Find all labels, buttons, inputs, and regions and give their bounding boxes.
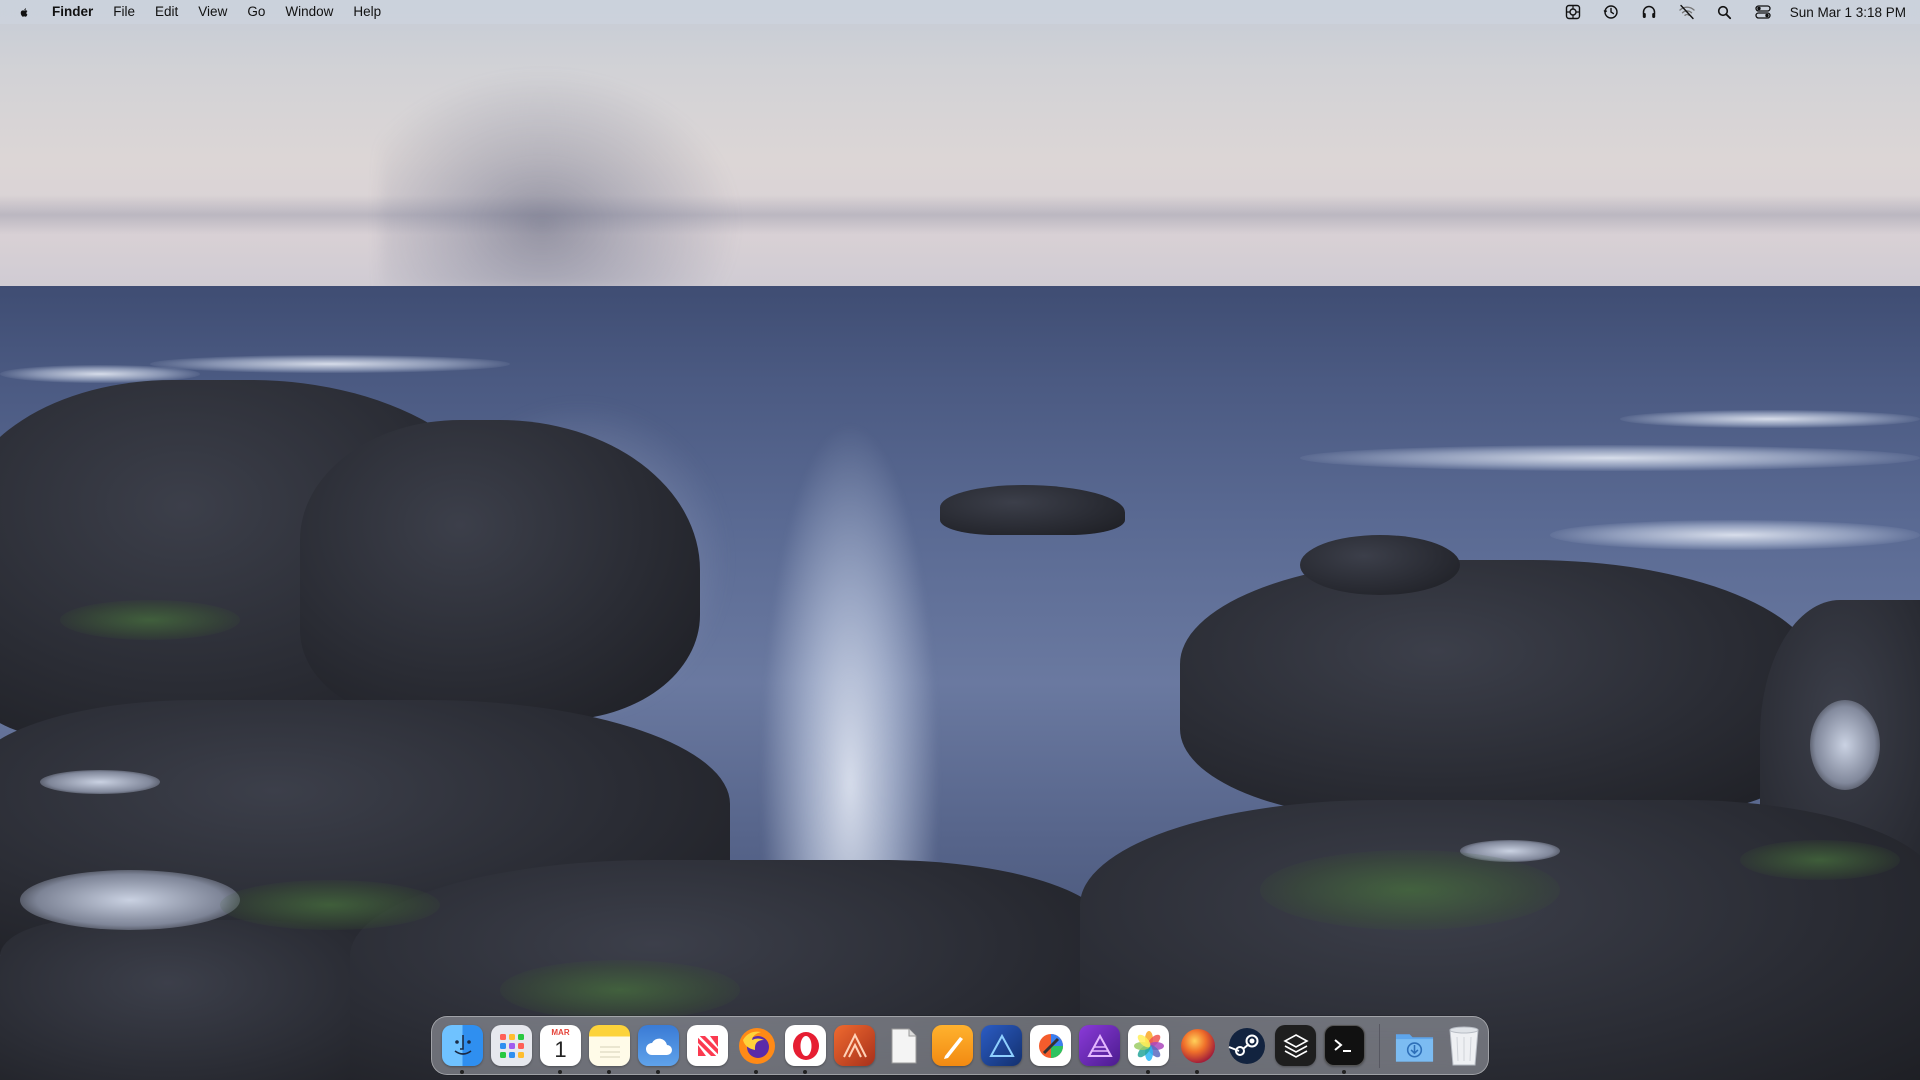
dock-downloads-stack[interactable] [1390,1021,1439,1070]
menu-bar-status: Sun Mar 1 3:18 PM [1550,0,1906,24]
running-indicator [1195,1070,1199,1074]
downloads-folder-icon [1394,1025,1435,1066]
dock-app-terminal[interactable] [1320,1021,1369,1074]
wallpaper-moss [500,960,740,1020]
photos-icon [1128,1025,1169,1066]
dock-app-firefox[interactable] [732,1021,781,1074]
wallpaper-wave [1300,445,1920,471]
dock-app-affinity-publisher[interactable] [830,1021,879,1070]
terminal-icon [1324,1025,1365,1066]
calendar-month: MAR [551,1028,570,1037]
calendar-icon: MAR 1 [540,1025,581,1066]
running-indicator [558,1070,562,1074]
desktop-wallpaper [0,0,1920,1080]
wallpaper-moss [220,880,440,930]
wallpaper-wave [1550,520,1920,550]
menu-edit[interactable]: Edit [145,0,188,24]
menu-go[interactable]: Go [237,0,275,24]
dock-app-sketch[interactable] [1271,1021,1320,1070]
affinity-photo-icon [1079,1025,1120,1066]
running-indicator [460,1070,464,1074]
affinity-designer-icon [981,1025,1022,1066]
affinity-publisher-icon [834,1025,875,1066]
weather-icon [638,1025,679,1066]
finder-icon [442,1025,483,1066]
dock-app-textedit[interactable] [879,1021,928,1070]
wallpaper-cloud-band [0,195,1920,235]
menu-window[interactable]: Window [275,0,343,24]
dock-app-news[interactable] [683,1021,732,1070]
wallpaper-rock [1300,535,1460,595]
wallpaper-rock [1180,560,1820,820]
running-indicator [607,1070,611,1074]
textedit-icon [883,1025,924,1066]
dock-app-steam[interactable] [1222,1021,1271,1070]
dock-app-weather[interactable] [634,1021,683,1074]
opera-icon [785,1025,826,1066]
sketch-app-icon [1275,1025,1316,1066]
dock-app-affinity-designer[interactable] [977,1021,1026,1070]
dock-app-notes[interactable] [585,1021,634,1074]
menu-view[interactable]: View [188,0,237,24]
dock-trash[interactable] [1439,1021,1488,1070]
wallpaper-moss [60,600,240,640]
dock-app-macos-installer[interactable] [1173,1021,1222,1074]
apple-menu-icon[interactable] [20,4,42,21]
wallpaper-tide-pool [20,870,240,930]
running-indicator [754,1070,758,1074]
dock-app-calendar[interactable]: MAR 1 [536,1021,585,1074]
running-indicator [656,1070,660,1074]
control-center-icon[interactable] [1748,0,1778,24]
pages-icon [932,1025,973,1066]
wallpaper-wave [1620,410,1920,428]
wallpaper-moss [1260,850,1560,930]
running-indicator [803,1070,807,1074]
firefox-icon [736,1025,777,1066]
menu-file[interactable]: File [103,0,145,24]
headphones-icon[interactable] [1634,0,1664,24]
dock: MAR 1 [431,1016,1489,1075]
menu-bar-clock[interactable]: Sun Mar 1 3:18 PM [1790,5,1906,20]
dock-app-affinity-photo[interactable] [1075,1021,1124,1070]
wallpaper-spray-cloud [380,70,740,290]
wallpaper-tide-pool [1810,700,1880,790]
menu-bar: Finder File Edit View Go Window Help Sun… [0,0,1920,24]
menu-help[interactable]: Help [343,0,391,24]
running-indicator [1342,1070,1346,1074]
dock-app-launchpad[interactable] [487,1021,536,1070]
wallpaper-moss [1740,840,1900,880]
time-machine-icon[interactable] [1596,0,1626,24]
dock-app-photos[interactable] [1124,1021,1173,1074]
dock-app-pages[interactable] [928,1021,977,1070]
pixelmator-icon [1030,1025,1071,1066]
screen-recording-icon[interactable] [1558,0,1588,24]
calendar-day: 1 [554,1037,567,1062]
wallpaper-tide-pool [40,770,160,794]
menu-app-name[interactable]: Finder [42,0,103,24]
dock-app-opera[interactable] [781,1021,830,1074]
wallpaper-rock [300,420,700,720]
trash-icon [1443,1025,1484,1066]
wallpaper-wave [150,355,510,373]
spotlight-search-icon[interactable] [1710,0,1740,24]
launchpad-icon [491,1025,532,1066]
notes-icon [589,1025,630,1066]
menu-bar-left: Finder File Edit View Go Window Help [20,0,391,24]
wifi-off-icon[interactable] [1672,0,1702,24]
steam-icon [1226,1025,1267,1066]
wallpaper-sky [0,0,1920,290]
dock-app-pixelmator[interactable] [1026,1021,1075,1070]
macos-installer-icon [1177,1025,1218,1066]
news-icon [687,1025,728,1066]
dock-separator [1379,1023,1380,1068]
running-indicator [1146,1070,1150,1074]
dock-app-finder[interactable] [438,1021,487,1074]
